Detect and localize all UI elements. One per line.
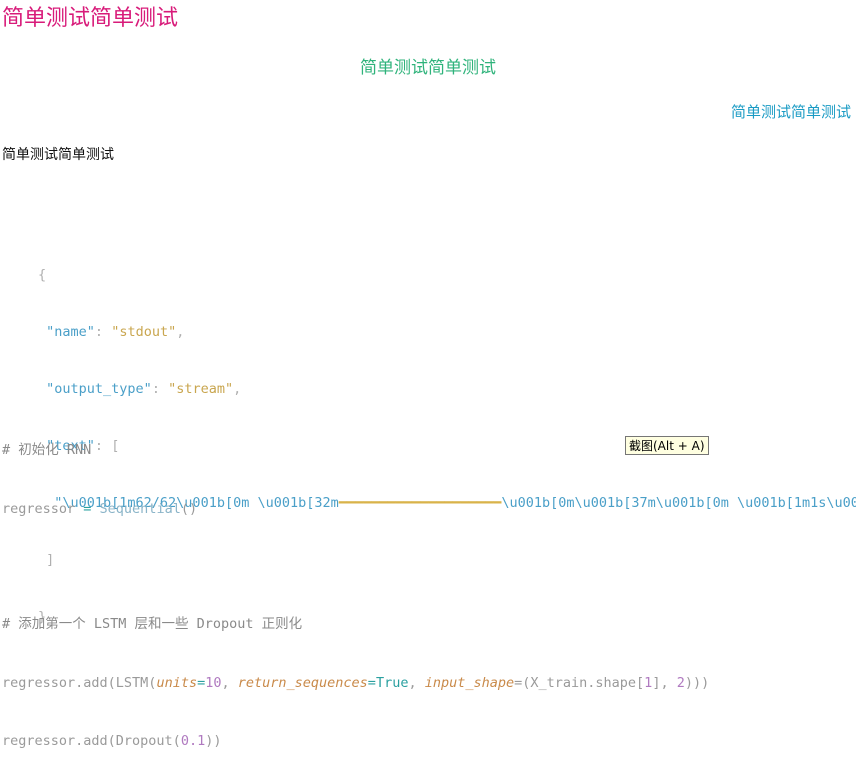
json-key-output-type: "output_type" xyxy=(46,381,152,397)
json-comma: , xyxy=(176,324,185,340)
code-fn: Sequential xyxy=(99,500,181,517)
code-num: 2 xyxy=(676,674,685,691)
code-comment-init: # 初始化 RNN xyxy=(2,442,92,458)
code-expr: =(X_train.shape[ xyxy=(514,674,645,691)
code-num: 0.1 xyxy=(180,733,206,749)
code-line: regressor = Sequential() xyxy=(2,500,856,520)
code-comment-line: # 添加第一个 LSTM 层和一些 Dropout 正则化 xyxy=(2,615,856,635)
json-open-brace: { xyxy=(38,267,47,283)
code-var: regressor xyxy=(2,500,76,517)
code-block: # 初始化 RNN regressor = Sequential() # 添加第… xyxy=(2,402,856,771)
code-num: 10 xyxy=(205,674,222,691)
heading-1: 简单测试简单测试 xyxy=(2,6,179,31)
json-value-name: "stdout" xyxy=(111,324,177,340)
code-prefix: regressor.add(Dropout( xyxy=(2,733,181,749)
code-sep: , xyxy=(221,674,238,691)
heading-4: 简单测试简单测试 xyxy=(2,147,114,163)
json-colon: : xyxy=(94,324,112,340)
code-param-input-shape: input_shape xyxy=(424,674,515,691)
code-comment-line: # 初始化 RNN xyxy=(2,441,856,461)
heading-3: 简单测试简单测试 xyxy=(730,103,851,121)
heading-2: 简单测试简单测试 xyxy=(360,58,496,78)
code-eq: = xyxy=(197,674,206,691)
code-suffix: )) xyxy=(205,733,222,749)
code-suffix: ))) xyxy=(684,674,710,691)
code-param-return-sequences: return_sequences xyxy=(237,674,368,691)
json-key-name: "name" xyxy=(46,324,95,340)
code-num: 1 xyxy=(644,674,653,691)
code-sep: ], xyxy=(652,674,677,691)
code-sep: , xyxy=(408,674,425,691)
json-line: "name": "stdout", xyxy=(38,323,856,342)
screenshot-tooltip: 截图(Alt + A) xyxy=(625,436,709,455)
code-line: regressor.add(LSTM(units=10, return_sequ… xyxy=(2,674,856,694)
code-args: () xyxy=(180,500,198,517)
code-prefix: regressor.add(LSTM( xyxy=(2,674,157,691)
json-colon: : xyxy=(151,381,169,397)
code-eq: = xyxy=(367,674,376,691)
code-keyword-true: True xyxy=(375,674,409,691)
json-value-output-type: "stream" xyxy=(168,381,234,397)
json-comma: , xyxy=(233,381,242,397)
json-line: { xyxy=(38,266,856,285)
code-line: regressor.add(Dropout(0.1)) xyxy=(2,732,856,752)
code-comment-lstm: # 添加第一个 LSTM 层和一些 Dropout 正则化 xyxy=(2,616,303,632)
json-line: "output_type": "stream", xyxy=(38,380,856,399)
code-param-units: units xyxy=(156,674,198,691)
code-op: = xyxy=(75,500,100,517)
